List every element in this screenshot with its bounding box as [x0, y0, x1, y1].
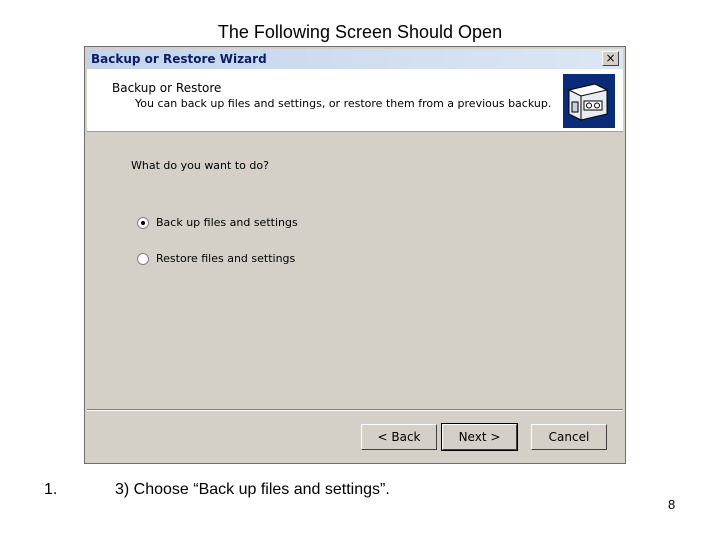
wizard-window: Backup or Restore Wizard × Backup or Res… [84, 46, 626, 464]
question-label: What do you want to do? [131, 159, 269, 172]
header-subtitle: You can back up files and settings, or r… [135, 97, 552, 110]
button-divider [87, 409, 623, 411]
wizard-header: Backup or Restore You can back up files … [87, 69, 623, 132]
radio-selected-dot [141, 221, 145, 225]
step-instruction: 3) Choose “Back up files and settings”. [115, 481, 390, 498]
restore-option-label[interactable]: Restore files and settings [156, 252, 295, 265]
header-title: Backup or Restore [112, 81, 222, 95]
window-title: Backup or Restore Wizard [91, 52, 267, 66]
backup-option-label[interactable]: Back up files and settings [156, 216, 298, 229]
title-bar[interactable]: Backup or Restore Wizard × [87, 49, 623, 69]
back-button[interactable]: < Back [361, 424, 437, 450]
slide-title: The Following Screen Should Open [217, 22, 503, 42]
backup-radio[interactable] [137, 217, 149, 229]
page-number: 8 [668, 497, 676, 512]
backup-tape-icon [563, 74, 615, 128]
next-button[interactable]: Next > [441, 423, 518, 451]
cancel-button[interactable]: Cancel [531, 424, 607, 450]
restore-radio[interactable] [137, 253, 149, 265]
step-number: 1. [44, 481, 58, 498]
close-button[interactable]: × [602, 51, 619, 66]
